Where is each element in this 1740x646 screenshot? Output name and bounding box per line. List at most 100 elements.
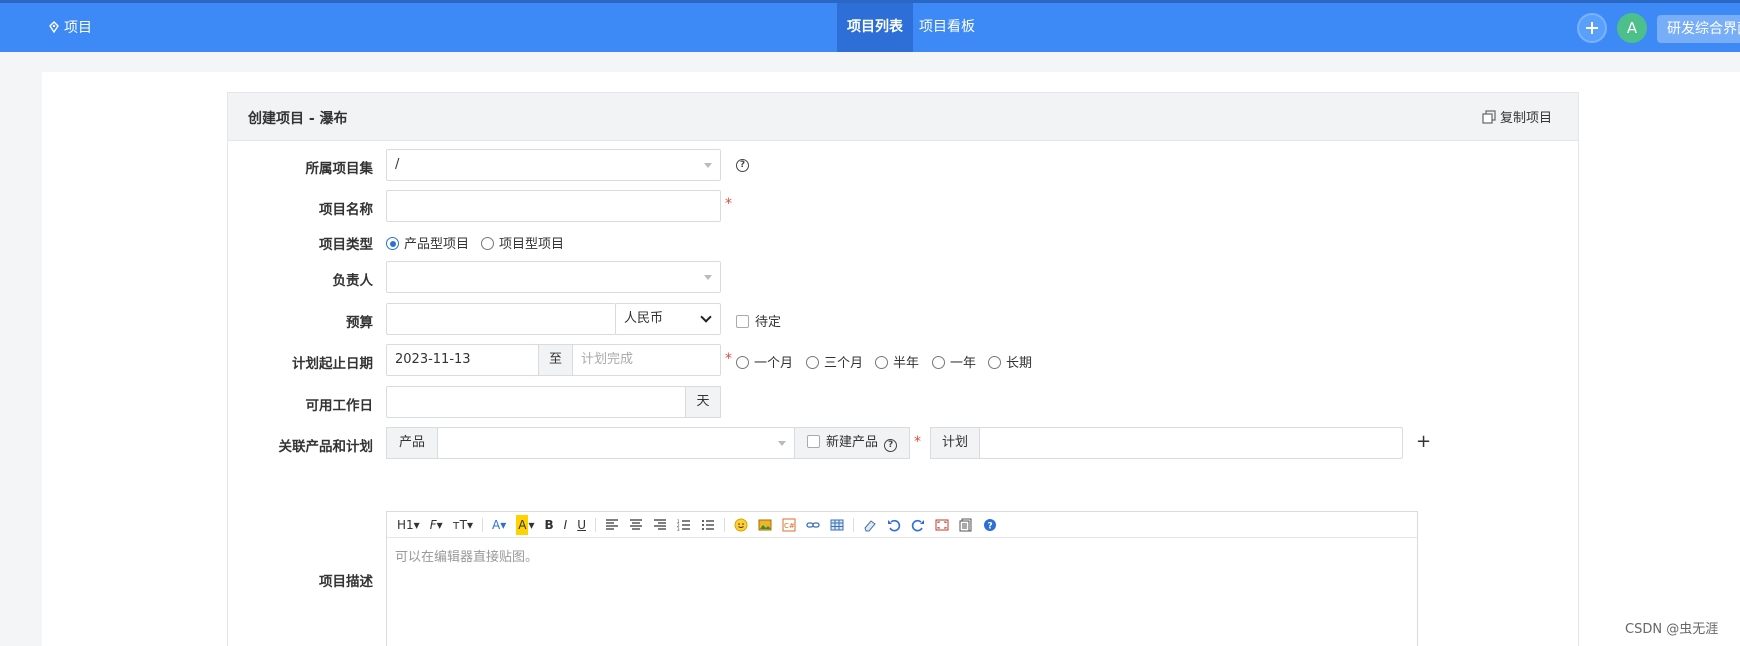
quick-date-three-months[interactable]: 三个月: [806, 352, 863, 371]
workspace-switch-button[interactable]: 研发综合界面: [1657, 15, 1740, 43]
link-icon[interactable]: [802, 515, 824, 535]
type-option-label: 产品型项目: [404, 237, 470, 252]
workdays-input[interactable]: [386, 386, 686, 418]
align-right-icon[interactable]: [649, 515, 671, 535]
watermark: CSDN @虫无涯: [1625, 622, 1719, 637]
code-icon[interactable]: C#: [778, 515, 800, 535]
product-select[interactable]: [437, 427, 795, 459]
help-icon[interactable]: ?: [736, 159, 749, 172]
new-product-label: 新建产品: [826, 435, 879, 450]
tab-project-list[interactable]: 项目列表: [837, 3, 913, 52]
quick-date-one-year[interactable]: 一年: [932, 352, 976, 371]
highlight-button[interactable]: A ▾: [512, 514, 538, 535]
redo-icon[interactable]: [907, 515, 929, 535]
required-mark: *: [725, 196, 732, 212]
svg-text:3: 3: [677, 527, 680, 532]
chevron-down-icon: [700, 311, 712, 323]
font-family-button[interactable]: F ▾: [426, 515, 447, 535]
page-container: 创建项目 - 瀑布 复制项目 所属项目集 / ? 项目名称 * 项目类型 产品型…: [42, 72, 1740, 646]
plan-addon: 计划: [930, 427, 980, 459]
quick-date-one-month[interactable]: 一个月: [736, 352, 793, 371]
add-product-icon[interactable]: +: [1416, 431, 1431, 452]
align-left-icon[interactable]: [601, 515, 623, 535]
workdays-unit: 天: [685, 386, 721, 418]
quick-date-long-term[interactable]: 长期: [988, 352, 1032, 371]
emoji-icon[interactable]: [730, 515, 752, 535]
copy-icon: [1482, 109, 1496, 124]
underline-button[interactable]: U: [573, 515, 590, 535]
toolbar-divider: [595, 517, 596, 532]
dates-label: 计划起止日期: [292, 356, 373, 372]
owner-label: 负责人: [332, 273, 374, 289]
new-product-checkbox[interactable]: 新建产品 ?: [794, 427, 910, 459]
page-title: 创建项目 - 瀑布: [248, 111, 348, 127]
required-mark: *: [725, 351, 732, 367]
program-select[interactable]: /: [386, 149, 721, 181]
radio-selected-icon: [386, 237, 399, 250]
ordered-list-icon[interactable]: 123: [673, 515, 695, 535]
font-color-button[interactable]: A ▾: [488, 515, 510, 535]
svg-text:?: ?: [988, 521, 993, 531]
budget-pending-checkbox[interactable]: 待定: [736, 311, 781, 330]
radio-icon: [736, 356, 749, 369]
bullet-list-icon[interactable]: [697, 515, 719, 535]
image-icon[interactable]: [754, 515, 776, 535]
editor-content[interactable]: 可以在编辑器直接贴图。: [387, 538, 1417, 573]
font-size-button[interactable]: тT ▾: [449, 515, 477, 535]
description-editor[interactable]: H1 ▾ F ▾ тT ▾ A ▾ A ▾ B I U 123 C# ? 可以在…: [386, 511, 1418, 646]
budget-label: 预算: [346, 315, 373, 331]
source-icon[interactable]: [955, 515, 977, 535]
help-icon[interactable]: ?: [979, 515, 1001, 535]
project-name-input[interactable]: [386, 190, 721, 222]
required-mark: *: [914, 434, 921, 450]
app-brand[interactable]: 项目: [48, 17, 92, 37]
quick-date-label: 长期: [1006, 356, 1033, 371]
owner-select[interactable]: [386, 261, 721, 293]
table-icon[interactable]: [826, 515, 848, 535]
radio-icon: [875, 356, 888, 369]
date-range-separator: 至: [538, 344, 573, 376]
program-value: /: [395, 157, 400, 172]
plan-select[interactable]: [979, 427, 1403, 459]
quick-date-label: 三个月: [824, 356, 864, 371]
highlight-label: A: [516, 514, 529, 535]
align-center-icon[interactable]: [625, 515, 647, 535]
currency-select[interactable]: 人民币: [615, 303, 721, 335]
italic-button[interactable]: I: [560, 515, 572, 535]
create-project-panel: 创建项目 - 瀑布 复制项目 所属项目集 / ? 项目名称 * 项目类型 产品型…: [227, 92, 1579, 646]
bold-button[interactable]: B: [541, 515, 558, 535]
budget-input[interactable]: [386, 303, 616, 335]
checkbox-icon: [736, 315, 749, 328]
create-plus-button[interactable]: [1577, 13, 1607, 43]
quick-date-label: 一年: [950, 356, 977, 371]
begin-date-input[interactable]: 2023-11-13: [386, 344, 539, 376]
tab-project-board[interactable]: 项目看板: [909, 3, 985, 52]
font-family-label: F: [429, 517, 437, 532]
end-date-placeholder: 计划完成: [581, 352, 634, 367]
panel-header: 创建项目 - 瀑布 复制项目: [228, 93, 1578, 141]
editor-placeholder: 可以在编辑器直接贴图。: [395, 550, 539, 565]
type-option-label: 项目型项目: [499, 237, 565, 252]
product-addon: 产品: [386, 427, 438, 459]
type-option-product[interactable]: 产品型项目: [386, 233, 469, 252]
editor-toolbar: H1 ▾ F ▾ тT ▾ A ▾ A ▾ B I U 123 C# ?: [387, 512, 1417, 538]
currency-value: 人民币: [624, 311, 664, 326]
heading-button[interactable]: H1 ▾: [393, 515, 424, 535]
program-label: 所属项目集: [305, 161, 374, 177]
fullscreen-icon[interactable]: [931, 515, 953, 535]
project-icon: [49, 21, 59, 33]
eraser-icon[interactable]: [859, 515, 881, 535]
quick-date-half-year[interactable]: 半年: [875, 352, 919, 371]
pending-label: 待定: [755, 315, 782, 330]
end-date-input[interactable]: 计划完成: [572, 344, 721, 376]
copy-project-link[interactable]: 复制项目: [1482, 107, 1552, 126]
help-icon[interactable]: ?: [884, 439, 898, 452]
name-label: 项目名称: [319, 202, 373, 218]
copy-project-label: 复制项目: [1499, 111, 1552, 126]
quick-date-label: 半年: [893, 356, 920, 371]
avatar[interactable]: A: [1617, 13, 1647, 43]
undo-icon[interactable]: [883, 515, 905, 535]
type-option-project[interactable]: 项目型项目: [481, 233, 564, 252]
toolbar-divider: [482, 517, 483, 532]
chevron-down-icon: [704, 163, 712, 168]
